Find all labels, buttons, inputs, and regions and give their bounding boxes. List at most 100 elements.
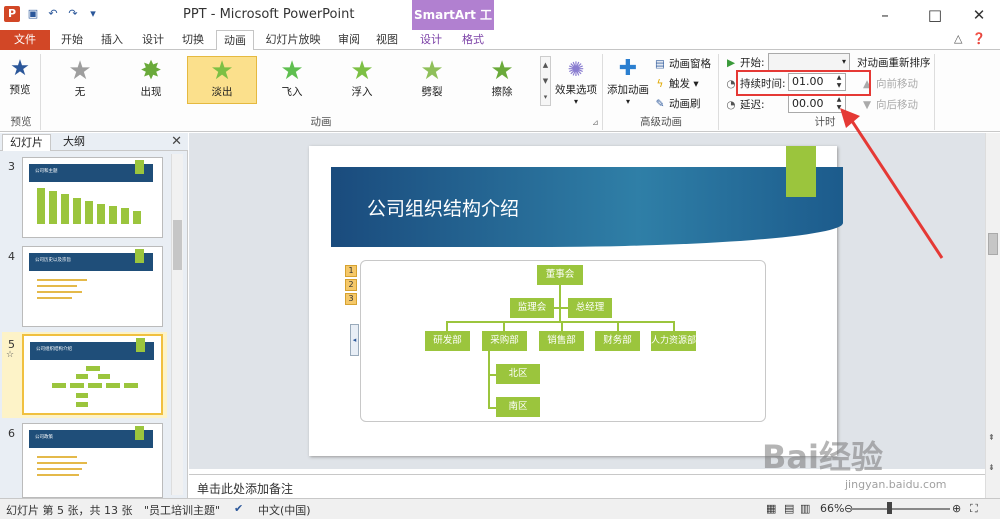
tab-transitions[interactable]: 切换 — [175, 30, 211, 50]
tab-review[interactable]: 审阅 — [331, 30, 367, 50]
window-title: PPT - Microsoft PowerPoint — [183, 7, 355, 22]
trigger-button[interactable]: ϟ 触发 ▾ — [653, 76, 699, 91]
preview-label: 预览 — [9, 84, 31, 96]
animation-appear[interactable]: ✸ 出现 — [117, 57, 185, 103]
animation-fly-in[interactable]: ★ 飞入 — [258, 57, 326, 103]
tab-design[interactable]: 设计 — [135, 30, 171, 50]
animation-painter-button[interactable]: ✎ 动画刷 — [653, 96, 701, 111]
preview-button[interactable]: ★ 预览 — [6, 56, 34, 97]
animation-indicator-icon: ☆ — [6, 350, 15, 360]
thumb-title: 公司组织结构介绍 — [36, 347, 72, 352]
slide-thumbnail-6[interactable]: 公司政策 — [22, 423, 163, 498]
customize-qat-icon[interactable]: ▾ — [86, 7, 100, 21]
panel-scrollbar[interactable] — [171, 154, 183, 495]
slide-thumbnail-4[interactable]: 公司历史以及宗旨 — [22, 246, 163, 327]
slide-thumbnail-5[interactable]: 公司组织结构介绍 — [22, 334, 163, 415]
tab-smartart-design[interactable]: 设计 — [412, 30, 450, 50]
preview-star-icon: ★ — [10, 56, 30, 81]
spellcheck-icon[interactable]: ✔ — [234, 502, 243, 515]
animation-none[interactable]: ★ 无 — [46, 57, 114, 103]
org-node-sub[interactable]: 南区 — [496, 397, 540, 417]
org-node-board[interactable]: 董事会 — [537, 265, 583, 285]
chevron-down-icon: ▾ — [841, 57, 846, 66]
main-scrollbar[interactable]: ⇞ ⇟ — [985, 133, 1000, 498]
close-button[interactable]: ✕ — [956, 0, 1000, 30]
tab-insert[interactable]: 插入 — [94, 30, 130, 50]
undo-icon[interactable]: ↶ — [46, 7, 60, 21]
animation-wipe[interactable]: ★ 擦除 — [468, 57, 536, 103]
animation-label: 劈裂 — [421, 86, 443, 98]
org-node-dept[interactable]: 采购部 — [482, 331, 527, 351]
dialog-launcher-icon[interactable]: ⊿ — [592, 118, 599, 127]
close-panel-icon[interactable]: ✕ — [171, 134, 182, 149]
animation-label: 无 — [74, 86, 86, 98]
reading-view-icon[interactable]: ▥ — [800, 502, 810, 515]
slide-thumbnail-3[interactable]: 公司和主题 — [22, 157, 163, 238]
tab-slideshow[interactable]: 幻灯片放映 — [258, 30, 328, 50]
next-slide-icon[interactable]: ⇟ — [988, 463, 995, 472]
org-node-gm[interactable]: 总经理 — [568, 298, 612, 318]
gallery-scroll[interactable]: ▲ ▼ ▾ — [540, 56, 551, 106]
help-icon[interactable]: ❓ — [972, 32, 986, 45]
star-appear-icon: ✸ — [140, 56, 162, 86]
tab-smartart-format[interactable]: 格式 — [454, 30, 492, 50]
animation-label: 淡出 — [211, 86, 233, 98]
org-node-dept[interactable]: 销售部 — [539, 331, 584, 351]
tab-outline[interactable]: 大纲 — [56, 134, 92, 151]
animation-label: 飞入 — [281, 86, 303, 98]
org-node-dept[interactable]: 研发部 — [425, 331, 470, 351]
star-wipe-icon: ★ — [490, 56, 514, 86]
delay-label: ◔ 延迟: — [724, 97, 764, 112]
org-node-dept[interactable]: 人力资源部 — [651, 331, 696, 351]
main-scroll-thumb[interactable] — [988, 233, 998, 255]
thumb-title: 公司政策 — [35, 435, 53, 440]
start-select[interactable]: ▾ — [768, 53, 850, 71]
minimize-button[interactable]: – — [862, 0, 908, 30]
fit-to-window-icon[interactable]: ⛶ — [970, 502, 978, 516]
group-label-preview: 预览 — [10, 116, 32, 128]
zoom-slider[interactable] — [850, 508, 950, 510]
slide-sorter-icon[interactable]: ▤ — [784, 502, 794, 515]
animation-float-in[interactable]: ★ 浮入 — [328, 57, 396, 103]
zoom-in-icon[interactable]: ⊕ — [952, 502, 961, 515]
minimize-ribbon-icon[interactable]: △ — [954, 32, 962, 45]
star-fly-in-icon: ★ — [280, 56, 304, 86]
org-node-sub[interactable]: 北区 — [496, 364, 540, 384]
normal-view-icon[interactable]: ▦ — [766, 502, 776, 515]
tab-file[interactable]: 文件 — [0, 30, 50, 50]
add-animation-icon: ✚ — [618, 56, 638, 81]
tab-animations[interactable]: 动画 — [216, 30, 254, 51]
start-label: ▶ 开始: — [724, 55, 765, 70]
powerpoint-logo-icon[interactable]: P — [4, 6, 20, 22]
redo-icon[interactable]: ↷ — [66, 7, 80, 21]
tab-home[interactable]: 开始 — [54, 30, 90, 50]
zoom-slider-thumb[interactable] — [887, 502, 892, 514]
tab-slides[interactable]: 幻灯片 — [2, 134, 51, 151]
org-node-dept[interactable]: 财务部 — [595, 331, 640, 351]
slide-title[interactable]: 公司组织结构介绍 — [367, 194, 519, 221]
maximize-button[interactable]: □ — [912, 0, 958, 30]
panel-scroll-thumb[interactable] — [173, 220, 182, 270]
animation-order-tag[interactable]: 2 — [345, 279, 357, 291]
animation-fade[interactable]: ★ 淡出 — [187, 56, 257, 104]
add-animation-label: 添加动画 — [607, 84, 649, 96]
effect-options-label: 效果选项 — [555, 84, 597, 96]
tab-view[interactable]: 视图 — [369, 30, 405, 50]
effect-options-button[interactable]: ✺ 效果选项 ▾ — [554, 56, 598, 106]
animation-order-tag[interactable]: 1 — [345, 265, 357, 277]
group-label-advanced: 高级动画 — [640, 116, 682, 128]
slide-number: 3 — [8, 160, 15, 173]
language[interactable]: 中文(中国) — [258, 502, 311, 518]
zoom-level[interactable]: 66% — [820, 502, 844, 515]
animation-pane-button[interactable]: ▤ 动画窗格 — [653, 56, 711, 71]
animation-split[interactable]: ★ 劈裂 — [398, 57, 466, 103]
star-float-in-icon: ★ — [350, 56, 374, 86]
animation-order-tag[interactable]: 3 — [345, 293, 357, 305]
save-icon[interactable]: ▣ — [26, 7, 40, 21]
theme-name[interactable]: "员工培训主题" — [144, 502, 220, 518]
org-node-supervisory[interactable]: 监理会 — [510, 298, 554, 318]
add-animation-button[interactable]: ✚ 添加动画 ▾ — [606, 56, 650, 106]
animation-pane-label: 动画窗格 — [669, 58, 711, 70]
prev-slide-icon[interactable]: ⇞ — [988, 433, 995, 442]
text-pane-toggle-icon[interactable]: ◂ — [350, 324, 359, 356]
